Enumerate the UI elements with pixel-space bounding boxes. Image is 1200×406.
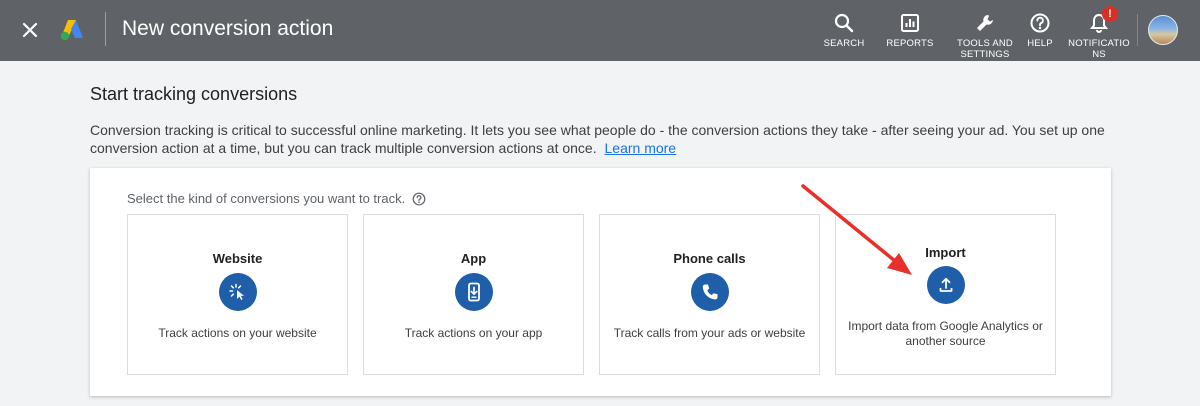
reports-button[interactable]: REPORTS (877, 12, 943, 49)
website-option[interactable]: Website Track actions on your website (127, 214, 348, 375)
notifications-button[interactable]: ! NOTIFICATIO NS (1066, 6, 1132, 60)
top-bar: New conversion action SEARCH REPORTS TOO… (0, 0, 1200, 61)
upload-icon (927, 266, 965, 304)
import-title: Import (925, 245, 966, 260)
notification-badge: ! (1102, 6, 1118, 22)
section-description: Conversion tracking is critical to succe… (90, 121, 1120, 157)
page-title: New conversion action (122, 17, 334, 40)
app-title: App (460, 251, 487, 266)
phone-calls-option[interactable]: Phone calls Track calls from your ads or… (599, 214, 820, 375)
help-label: HELP (1027, 38, 1053, 49)
header-separator (1137, 14, 1138, 46)
help-icon (1030, 13, 1050, 33)
conversion-type-card: Select the kind of conversions you want … (90, 168, 1111, 396)
website-description: Track actions on your website (158, 326, 317, 340)
search-label: SEARCH (823, 38, 865, 49)
help-button[interactable]: HELP (1007, 12, 1073, 49)
search-button[interactable]: SEARCH (811, 12, 877, 49)
cursor-click-icon (219, 273, 257, 311)
notifications-label: NOTIFICATIO NS (1068, 38, 1130, 60)
phone-calls-description: Track calls from your ads or website (613, 326, 806, 340)
import-description: Import data from Google Analytics or ano… (848, 319, 1043, 348)
phone-download-icon (455, 273, 493, 311)
reports-icon (901, 14, 919, 32)
search-icon (834, 13, 854, 33)
close-icon[interactable] (16, 16, 44, 44)
app-option[interactable]: App Track actions on your app (363, 214, 584, 375)
selection-prompt: Select the kind of conversions you want … (127, 191, 426, 209)
import-option[interactable]: Import Import data from Google Analytics… (835, 214, 1056, 375)
phone-icon (691, 273, 729, 311)
phone-calls-title: Phone calls (673, 251, 746, 266)
header-divider (105, 12, 106, 46)
description-text: Conversion tracking is critical to succe… (90, 122, 1105, 156)
question-mark-icon[interactable] (412, 192, 426, 209)
app-description: Track actions on your app (404, 326, 543, 340)
learn-more-link[interactable]: Learn more (605, 140, 677, 156)
avatar[interactable] (1148, 15, 1178, 45)
selection-prompt-text: Select the kind of conversions you want … (127, 191, 406, 206)
google-ads-logo (58, 17, 86, 41)
wrench-icon (977, 15, 993, 31)
section-heading: Start tracking conversions (90, 84, 298, 104)
reports-label: REPORTS (886, 38, 934, 49)
website-title: Website (212, 251, 263, 266)
